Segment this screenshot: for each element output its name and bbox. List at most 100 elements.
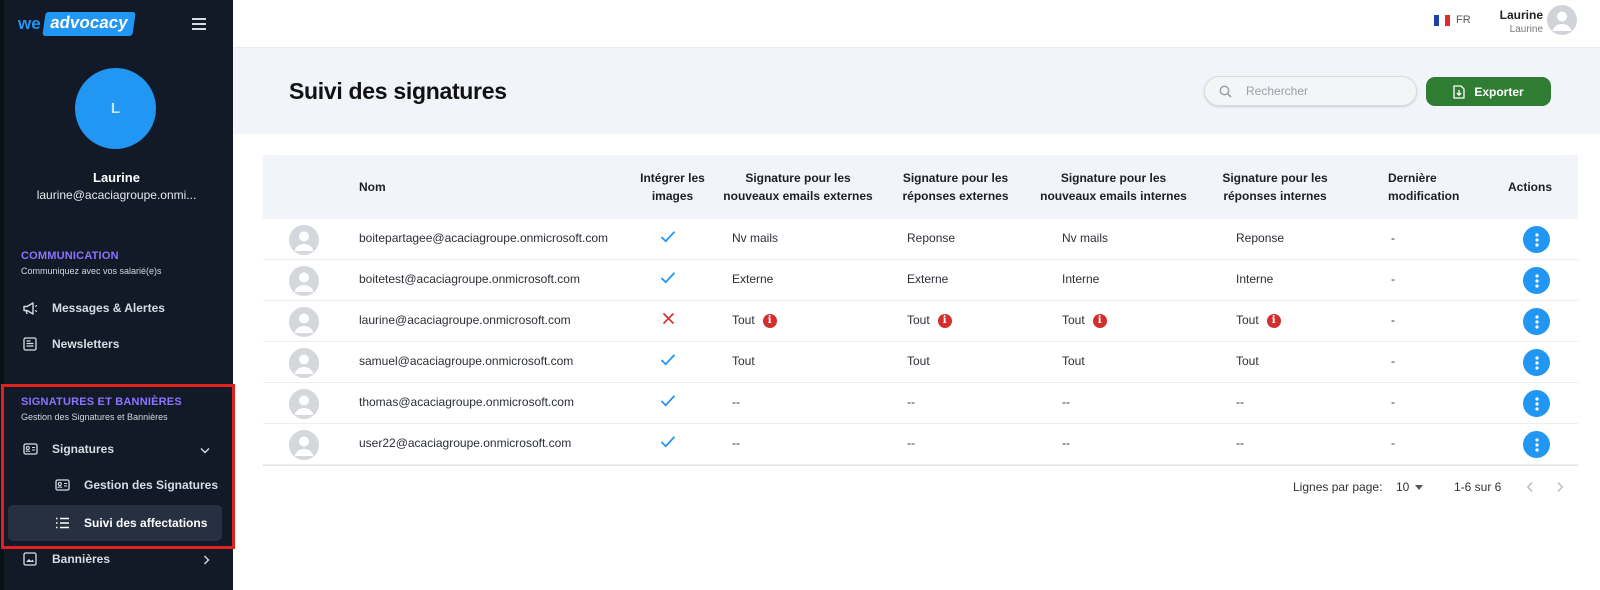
row-ext-rep: Externe [907,272,948,286]
avatar [289,266,319,296]
cell-value: -- [907,395,915,409]
search-box[interactable] [1204,76,1417,106]
sidebar-item-label: Messages & Alertes [52,301,165,315]
row-int-rep: Reponse [1236,231,1284,245]
chevron-right-icon[interactable] [1556,480,1564,498]
person-icon [1552,11,1572,31]
cell-value: Tout [1236,354,1259,368]
col-int-new-line2: nouveaux emails internes [1040,189,1187,203]
col-ext-new[interactable]: Signature pour les nouveaux emails exter… [718,169,878,205]
cell-value: Externe [907,272,949,286]
table-row[interactable]: boitepartagee@acaciagroupe.onmicrosoft.c… [263,219,1578,260]
avatar [289,430,319,460]
col-int-rep[interactable]: Signature pour les réponses internes [1205,169,1345,205]
check-icon [660,394,676,412]
caret-down-icon [1415,484,1424,490]
row-email: user22@acaciagroupe.onmicrosoft.com [359,436,572,450]
row-actions-button[interactable] [1523,431,1550,458]
info-icon[interactable]: i [762,313,777,328]
row-ext-rep: Reponse [907,231,955,245]
row-ext-rep: -- [907,436,915,450]
row-email: thomas@acaciagroupe.onmicrosoft.com [359,395,574,409]
info-icon[interactable]: i [1266,313,1281,328]
cell-value: Tout [907,354,930,368]
sidebar-user-name: Laurine [93,170,140,185]
person-icon [294,313,314,333]
col-nom[interactable]: Nom [359,178,386,196]
more-vertical-icon [1534,437,1539,452]
megaphone-icon [22,301,38,315]
row-ext-rep: Tout [907,354,930,368]
row-int-new: Interne [1062,272,1099,286]
table-row[interactable]: laurine@acaciagroupe.onmicrosoft.com Tout… [263,301,1578,342]
table-row[interactable]: user22@acaciagroupe.onmicrosoft.com -- -- -… [263,424,1578,465]
hamburger-icon[interactable] [192,18,206,30]
cell-value: Nv mails [732,231,779,245]
table-row[interactable]: thomas@acaciagroupe.onmicrosoft.com -- -- -… [263,383,1578,424]
row-modif: - [1391,354,1395,368]
section-title-communication: COMMUNICATION [21,250,119,262]
cell-value: Tout [1062,354,1085,368]
table-row[interactable]: samuel@acaciagroupe.onmicrosoft.com Tout T… [263,342,1578,383]
row-actions-button[interactable] [1523,267,1550,294]
chevron-left-icon[interactable] [1526,480,1534,498]
file-download-icon [1453,84,1465,99]
col-ext-rep[interactable]: Signature pour les réponses externes [883,169,1028,205]
col-int-new[interactable]: Signature pour les nouveaux emails inter… [1036,169,1191,205]
language-selector[interactable]: FR [1456,14,1471,26]
pagination-range: 1-6 sur 6 [1454,480,1502,494]
table-row[interactable]: boitetest@acaciagroupe.onmicrosoft.com Ex… [263,260,1578,301]
sidebar-avatar: L [75,68,156,149]
export-label: Exporter [1474,84,1524,99]
row-actions-button[interactable] [1523,308,1550,335]
row-actions-button[interactable] [1523,226,1550,253]
row-actions-button[interactable] [1523,390,1550,417]
logo[interactable]: we advocacy [18,12,135,36]
info-icon[interactable]: i [1092,313,1107,328]
cell-value: Tout [1062,313,1085,327]
export-button[interactable]: Exporter [1426,77,1551,106]
topbar-user-sub: Laurine [1509,24,1543,35]
row-ext-rep: -- [907,395,915,409]
more-vertical-icon [1534,273,1539,288]
highlight-box [1,384,235,549]
row-int-new: Tout i [1062,313,1107,328]
row-int-rep: Interne [1236,272,1273,286]
image-icon [22,552,38,566]
col-images[interactable]: Intégrer les images [630,169,715,205]
logo-advocacy: advocacy [42,12,135,36]
row-email: boitetest@acaciagroupe.onmicrosoft.com [359,272,580,286]
row-modif: - [1391,231,1395,245]
sidebar-item-newsletters[interactable]: Newsletters [8,326,222,362]
avatar [289,225,319,255]
page-title: Suivi des signatures [289,78,507,104]
topbar-avatar[interactable] [1547,5,1577,35]
table-bottom-divider [263,465,1578,466]
cell-value: Tout [732,354,755,368]
cell-value: Reponse [1236,231,1285,245]
info-icon[interactable]: i [937,313,952,328]
rows-per-page-select[interactable]: 10 [1396,480,1424,494]
cell-value: Externe [732,272,774,286]
person-icon [294,395,314,415]
col-modif-line2: modification [1388,189,1460,203]
row-int-new: -- [1062,395,1070,409]
cell-value: Interne [1236,272,1274,286]
col-modif[interactable]: Dernière modification [1388,169,1459,205]
search-input[interactable] [1246,84,1396,98]
cell-value: -- [732,395,740,409]
more-vertical-icon [1534,232,1539,247]
row-actions-button[interactable] [1523,349,1550,376]
sidebar-item-messages[interactable]: Messages & Alertes [8,290,222,326]
sidebar: we advocacy L Laurine laurine@acaciagrou… [0,0,235,590]
cell-value: Tout [1236,313,1259,327]
col-ext-new-line1: Signature pour les [745,171,851,185]
avatar [289,307,319,337]
col-int-rep-line1: Signature pour les [1222,171,1328,185]
row-int-rep: -- [1236,436,1244,450]
logo-we: we [18,14,41,33]
col-actions: Actions [1508,180,1553,194]
cross-icon [662,312,675,330]
row-ext-new: -- [732,395,740,409]
flag-fr-icon[interactable] [1434,15,1450,26]
